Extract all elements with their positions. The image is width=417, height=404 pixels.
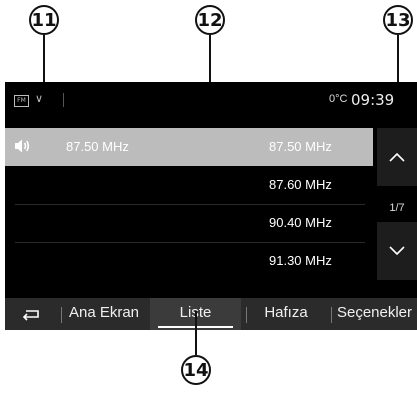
callout-13: 13 [383,5,413,35]
station-name: 87.50 MHz [66,139,129,154]
page-indicator: 1/7 [389,202,405,214]
chevron-up-icon [388,151,406,163]
temperature: 0°C [329,93,348,105]
callout-12: 12 [195,5,225,35]
tab-memory[interactable]: Hafıza [247,298,325,330]
callout-14-leader [195,311,197,355]
scroll-up-button[interactable] [377,128,417,186]
bottom-tab-bar: Ana Ekran Liste Hafıza Seçenekler [5,298,417,330]
station-frequency: 91.30 MHz [269,253,332,268]
tab-home[interactable]: Ana Ekran [62,298,146,330]
station-frequency: 87.60 MHz [269,177,332,192]
row-divider [15,242,365,243]
back-arrow-icon [20,308,42,325]
tab-options[interactable]: Seçenekler [332,298,417,330]
callout-11: 11 [29,5,59,35]
station-frequency: 87.50 MHz [269,139,332,154]
station-row[interactable]: 90.40 MHz [5,204,373,242]
station-list: 87.50 MHz 87.50 MHz 87.60 MHz 90.40 MHz … [5,128,373,280]
station-frequency: 90.40 MHz [269,215,332,230]
clock: 09:39 [351,91,395,109]
status-divider [63,93,64,107]
list-scrollbar: 1/7 [377,128,417,280]
chevron-down-icon [388,245,406,257]
callout-14: 14 [181,355,211,385]
back-button[interactable] [5,298,57,330]
fm-source-badge[interactable]: FM [14,95,29,107]
speaker-icon [13,137,31,160]
status-bar: FM ∨ 0°C 09:39 [5,82,417,122]
station-row[interactable]: 87.50 MHz 87.50 MHz [5,128,373,166]
source-chevron-icon[interactable]: ∨ [35,92,43,105]
station-row[interactable]: 91.30 MHz [5,242,373,280]
station-row[interactable]: 87.60 MHz [5,166,373,204]
scroll-down-button[interactable] [377,222,417,280]
radio-screen: FM ∨ 0°C 09:39 87.50 MHz 87.50 MHz 87.60… [5,82,417,330]
row-divider [15,204,365,205]
